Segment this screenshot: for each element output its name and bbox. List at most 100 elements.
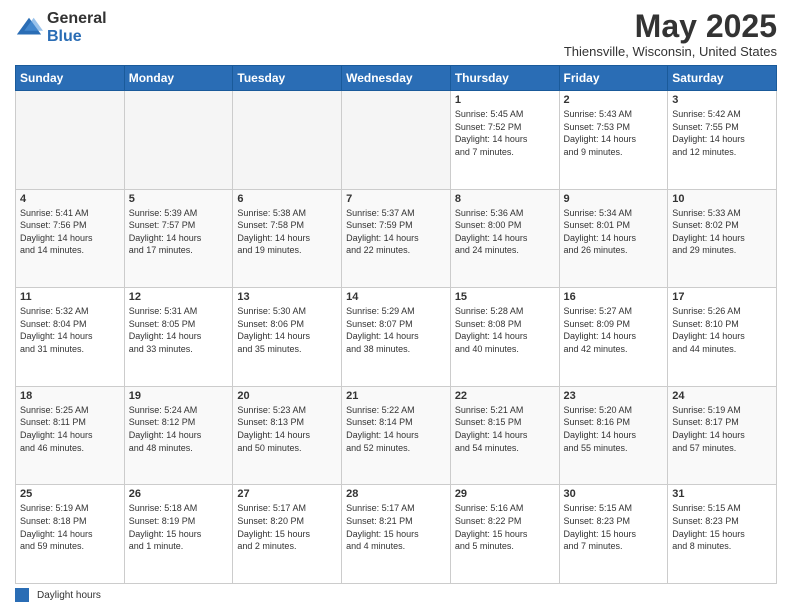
title-block: May 2025 Thiensville, Wisconsin, United … [564,10,777,59]
day-number: 12 [129,291,229,303]
month-title: May 2025 [564,10,777,42]
day-number: 17 [672,291,772,303]
day-number: 3 [672,94,772,106]
day-info: Sunrise: 5:31 AM Sunset: 8:05 PM Dayligh… [129,305,229,355]
calendar-cell: 28 Sunrise: 5:17 AM Sunset: 8:21 PM Dayli… [342,485,451,584]
day-info: Sunrise: 5:45 AM Sunset: 7:52 PM Dayligh… [455,108,555,158]
legend-color-box [15,588,29,602]
calendar-week-3: 18 Sunrise: 5:25 AM Sunset: 8:11 PM Dayli… [16,386,777,485]
calendar-cell: 11Sunrise: 5:32 AM Sunset: 8:04 PM Dayli… [16,288,125,387]
location: Thiensville, Wisconsin, United States [564,44,777,59]
calendar-cell [233,91,342,190]
day-number: 26 [129,488,229,500]
calendar-cell: 29 Sunrise: 5:16 AM Sunset: 8:22 PM Dayli… [450,485,559,584]
col-sunday: Sunday [16,66,125,91]
calendar-week-1: 4 Sunrise: 5:41 AM Sunset: 7:56 PM Daylig… [16,189,777,288]
day-number: 4 [20,193,120,205]
day-number: 22 [455,390,555,402]
calendar-cell: 12 Sunrise: 5:31 AM Sunset: 8:05 PM Dayli… [124,288,233,387]
legend-label: Daylight hours [37,590,101,601]
day-number: 21 [346,390,446,402]
day-info: Sunrise: 5:15 AM Sunset: 8:23 PM Dayligh… [564,502,664,552]
col-tuesday: Tuesday [233,66,342,91]
day-info: Sunrise: 5:21 AM Sunset: 8:15 PM Dayligh… [455,404,555,454]
col-thursday: Thursday [450,66,559,91]
header: General Blue May 2025 Thiensville, Wisco… [15,10,777,59]
day-info: Sunrise: 5:19 AM Sunset: 8:18 PM Dayligh… [20,502,120,552]
calendar-cell: 17 Sunrise: 5:26 AM Sunset: 8:10 PM Dayli… [668,288,777,387]
day-number: 10 [672,193,772,205]
calendar-cell: 5Sunrise: 5:39 AM Sunset: 7:57 PM Daylig… [124,189,233,288]
calendar-cell: 25 Sunrise: 5:19 AM Sunset: 8:18 PM Dayli… [16,485,125,584]
calendar-cell [16,91,125,190]
col-wednesday: Wednesday [342,66,451,91]
calendar-cell: 30Sunrise: 5:15 AM Sunset: 8:23 PM Dayli… [559,485,668,584]
day-info: Sunrise: 5:16 AM Sunset: 8:22 PM Dayligh… [455,502,555,552]
day-info: Sunrise: 5:18 AM Sunset: 8:19 PM Dayligh… [129,502,229,552]
calendar-week-2: 11Sunrise: 5:32 AM Sunset: 8:04 PM Dayli… [16,288,777,387]
day-info: Sunrise: 5:33 AM Sunset: 8:02 PM Dayligh… [672,207,772,257]
day-info: Sunrise: 5:26 AM Sunset: 8:10 PM Dayligh… [672,305,772,355]
col-friday: Friday [559,66,668,91]
day-number: 31 [672,488,772,500]
calendar-cell: 16Sunrise: 5:27 AM Sunset: 8:09 PM Dayli… [559,288,668,387]
day-number: 14 [346,291,446,303]
calendar-cell: 19 Sunrise: 5:24 AM Sunset: 8:12 PM Dayli… [124,386,233,485]
day-info: Sunrise: 5:17 AM Sunset: 8:21 PM Dayligh… [346,502,446,552]
day-info: Sunrise: 5:37 AM Sunset: 7:59 PM Dayligh… [346,207,446,257]
day-number: 2 [564,94,664,106]
calendar-cell: 15 Sunrise: 5:28 AM Sunset: 8:08 PM Dayli… [450,288,559,387]
calendar-cell: 4 Sunrise: 5:41 AM Sunset: 7:56 PM Daylig… [16,189,125,288]
calendar-cell: 31 Sunrise: 5:15 AM Sunset: 8:23 PM Dayli… [668,485,777,584]
logo-blue: Blue [47,28,107,46]
day-number: 23 [564,390,664,402]
calendar-cell: 26 Sunrise: 5:18 AM Sunset: 8:19 PM Dayli… [124,485,233,584]
day-info: Sunrise: 5:41 AM Sunset: 7:56 PM Dayligh… [20,207,120,257]
calendar-cell: 6Sunrise: 5:38 AM Sunset: 7:58 PM Daylig… [233,189,342,288]
page: General Blue May 2025 Thiensville, Wisco… [0,0,792,612]
calendar-week-4: 25 Sunrise: 5:19 AM Sunset: 8:18 PM Dayli… [16,485,777,584]
calendar-cell: 10 Sunrise: 5:33 AM Sunset: 8:02 PM Dayli… [668,189,777,288]
calendar-table: Sunday Monday Tuesday Wednesday Thursday… [15,65,777,584]
calendar-cell [124,91,233,190]
col-saturday: Saturday [668,66,777,91]
day-info: Sunrise: 5:15 AM Sunset: 8:23 PM Dayligh… [672,502,772,552]
day-number: 29 [455,488,555,500]
day-info: Sunrise: 5:23 AM Sunset: 8:13 PM Dayligh… [237,404,337,454]
col-monday: Monday [124,66,233,91]
day-number: 28 [346,488,446,500]
calendar-week-0: 1Sunrise: 5:45 AM Sunset: 7:52 PM Daylig… [16,91,777,190]
logo: General Blue [15,10,107,45]
day-number: 11 [20,291,120,303]
day-info: Sunrise: 5:39 AM Sunset: 7:57 PM Dayligh… [129,207,229,257]
day-number: 18 [20,390,120,402]
calendar-cell: 13Sunrise: 5:30 AM Sunset: 8:06 PM Dayli… [233,288,342,387]
calendar-cell: 14 Sunrise: 5:29 AM Sunset: 8:07 PM Dayli… [342,288,451,387]
day-info: Sunrise: 5:17 AM Sunset: 8:20 PM Dayligh… [237,502,337,552]
day-info: Sunrise: 5:25 AM Sunset: 8:11 PM Dayligh… [20,404,120,454]
calendar-cell: 9 Sunrise: 5:34 AM Sunset: 8:01 PM Daylig… [559,189,668,288]
day-number: 16 [564,291,664,303]
calendar-cell: 23Sunrise: 5:20 AM Sunset: 8:16 PM Dayli… [559,386,668,485]
calendar-cell [342,91,451,190]
day-info: Sunrise: 5:28 AM Sunset: 8:08 PM Dayligh… [455,305,555,355]
day-number: 24 [672,390,772,402]
calendar-header-row: Sunday Monday Tuesday Wednesday Thursday… [16,66,777,91]
calendar-cell: 24 Sunrise: 5:19 AM Sunset: 8:17 PM Dayli… [668,386,777,485]
day-number: 20 [237,390,337,402]
day-info: Sunrise: 5:34 AM Sunset: 8:01 PM Dayligh… [564,207,664,257]
day-info: Sunrise: 5:19 AM Sunset: 8:17 PM Dayligh… [672,404,772,454]
day-number: 15 [455,291,555,303]
day-number: 25 [20,488,120,500]
day-info: Sunrise: 5:24 AM Sunset: 8:12 PM Dayligh… [129,404,229,454]
calendar-cell: 8Sunrise: 5:36 AM Sunset: 8:00 PM Daylig… [450,189,559,288]
day-info: Sunrise: 5:30 AM Sunset: 8:06 PM Dayligh… [237,305,337,355]
day-number: 19 [129,390,229,402]
day-number: 9 [564,193,664,205]
calendar-cell: 18 Sunrise: 5:25 AM Sunset: 8:11 PM Dayli… [16,386,125,485]
calendar-cell: 7 Sunrise: 5:37 AM Sunset: 7:59 PM Daylig… [342,189,451,288]
footer: Daylight hours [15,588,777,602]
logo-icon [15,14,43,42]
day-number: 7 [346,193,446,205]
day-info: Sunrise: 5:29 AM Sunset: 8:07 PM Dayligh… [346,305,446,355]
